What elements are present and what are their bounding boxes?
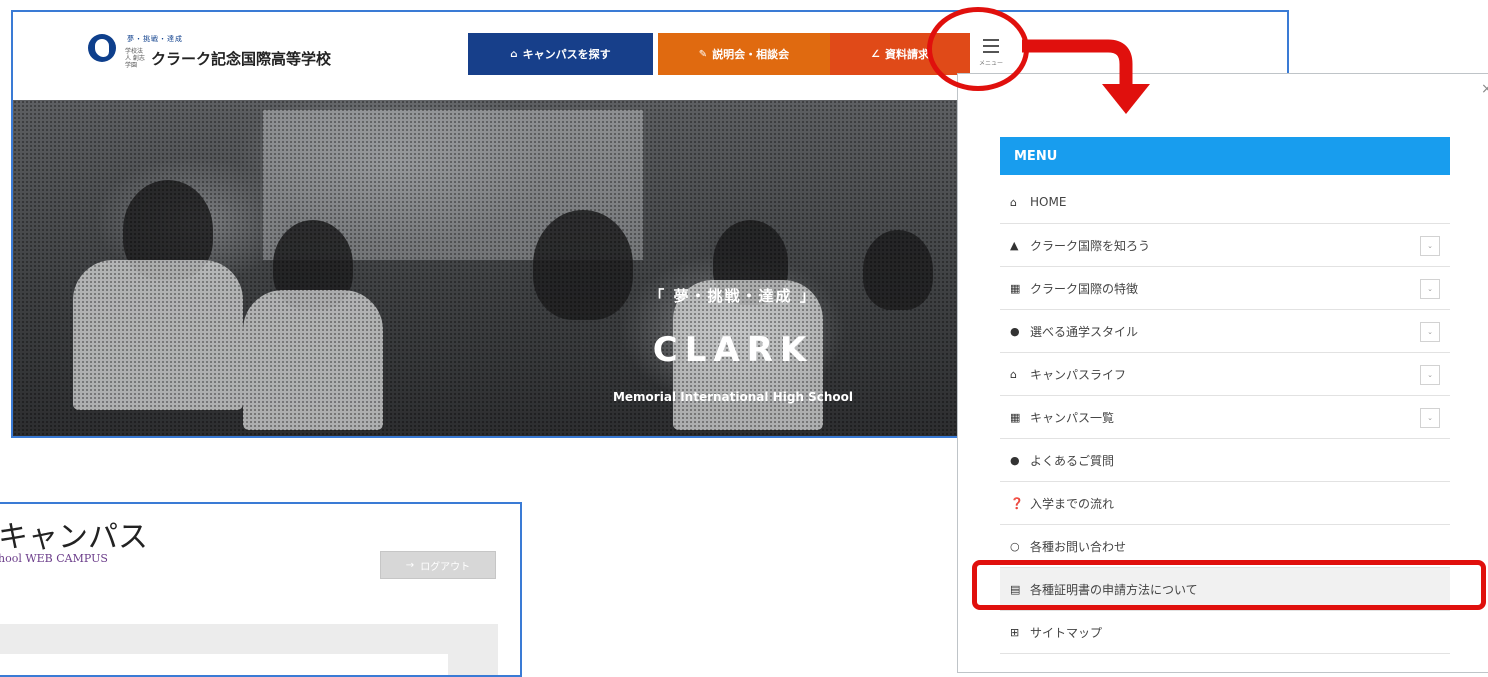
graduation-cap-icon: ▲ — [1010, 238, 1019, 252]
menu-item-label: HOME — [1030, 195, 1067, 209]
campus-icon: ⌂ — [510, 48, 518, 60]
menu-item-home[interactable]: ⌂ HOME — [1000, 181, 1450, 224]
building-icon: ▦ — [1010, 281, 1021, 295]
web-campus-panel — [0, 624, 498, 675]
chevron-down-icon[interactable]: ⌄ — [1420, 365, 1440, 385]
menu-item-label: 選べる通学スタイル — [1030, 324, 1139, 339]
logo-corporation: 学校法人 創志学園 — [125, 48, 145, 69]
menu-item-label: クラーク国際を知ろう — [1030, 238, 1151, 253]
web-campus-title: キャンパス — [0, 520, 148, 555]
campus-list-icon: ▦ — [1010, 410, 1021, 424]
menu-item-sitemap[interactable]: ⊞ サイトマップ — [1000, 611, 1450, 654]
users-icon: ● — [1010, 324, 1020, 338]
sitemap-icon: ⊞ — [1010, 625, 1020, 639]
home-icon: ⌂ — [1010, 195, 1017, 209]
logout-label: ログアウト — [420, 561, 471, 573]
chevron-down-icon[interactable]: ⌄ — [1420, 408, 1440, 428]
certificates-highlight-box — [972, 560, 1486, 610]
menu-item-label: サイトマップ — [1030, 625, 1103, 640]
callout-arrow-icon — [1022, 39, 1150, 114]
pen-icon: ✎ — [698, 48, 708, 60]
close-icon[interactable]: × — [1481, 81, 1488, 97]
menu-item-campus-life[interactable]: ⌂ キャンパスライフ ⌄ — [1000, 353, 1450, 396]
comments-icon: ● — [1010, 453, 1020, 467]
menu-item-label: キャンパス一覧 — [1030, 410, 1115, 425]
menu-item-campus-list[interactable]: ▦ キャンパス一覧 ⌄ — [1000, 396, 1450, 439]
info-session-button[interactable]: ✎ 説明会・相談会 — [658, 33, 830, 75]
menu-item-label: 各種お問い合わせ — [1030, 539, 1127, 554]
chevron-down-icon[interactable]: ⌄ — [1420, 279, 1440, 299]
question-circle-icon: ❓ — [1010, 496, 1024, 510]
find-campus-label: キャンパスを探す — [522, 48, 611, 61]
menu-header: MENU — [1000, 137, 1450, 175]
menu-item-label: 入学までの流れ — [1030, 496, 1115, 511]
menu-item-admission-flow[interactable]: ❓ 入学までの流れ — [1000, 482, 1450, 525]
chevron-down-icon[interactable]: ⌄ — [1420, 236, 1440, 256]
menu-button-highlight-circle — [927, 7, 1029, 91]
menu-item-label: よくあるご質問 — [1030, 453, 1115, 468]
lightbulb-icon: ○ — [1010, 539, 1020, 553]
school-icon: ⌂ — [1010, 367, 1017, 381]
pencil-icon: ∠ — [871, 48, 880, 60]
request-materials-label: 資料請求 — [884, 48, 929, 61]
logout-button[interactable]: → ログアウト — [380, 551, 496, 579]
find-campus-button[interactable]: ⌂ キャンパスを探す — [468, 33, 653, 75]
menu-item-label: クラーク国際の特徴 — [1030, 281, 1139, 296]
web-campus-panel-strip — [0, 654, 448, 675]
menu-item-features[interactable]: ▦ クラーク国際の特徴 ⌄ — [1000, 267, 1450, 310]
logo-tagline: 夢・挑戦・達成 — [127, 35, 183, 43]
menu-item-attendance-style[interactable]: ● 選べる通学スタイル ⌄ — [1000, 310, 1450, 353]
web-campus-window: キャンパス hool WEB CAMPUS → ログアウト — [0, 502, 522, 677]
menu-item-faq[interactable]: ● よくあるご質問 — [1000, 439, 1450, 482]
menu-item-about[interactable]: ▲ クラーク国際を知ろう ⌄ — [1000, 224, 1450, 267]
web-campus-subtitle: hool WEB CAMPUS — [0, 552, 108, 565]
info-session-label: 説明会・相談会 — [712, 48, 790, 61]
arrow-right-icon: → — [405, 559, 415, 571]
school-name[interactable]: クラーク記念国際高等学校 — [151, 48, 331, 69]
menu-item-label: キャンパスライフ — [1030, 367, 1127, 382]
school-logo-icon[interactable] — [88, 34, 116, 62]
chevron-down-icon[interactable]: ⌄ — [1420, 322, 1440, 342]
